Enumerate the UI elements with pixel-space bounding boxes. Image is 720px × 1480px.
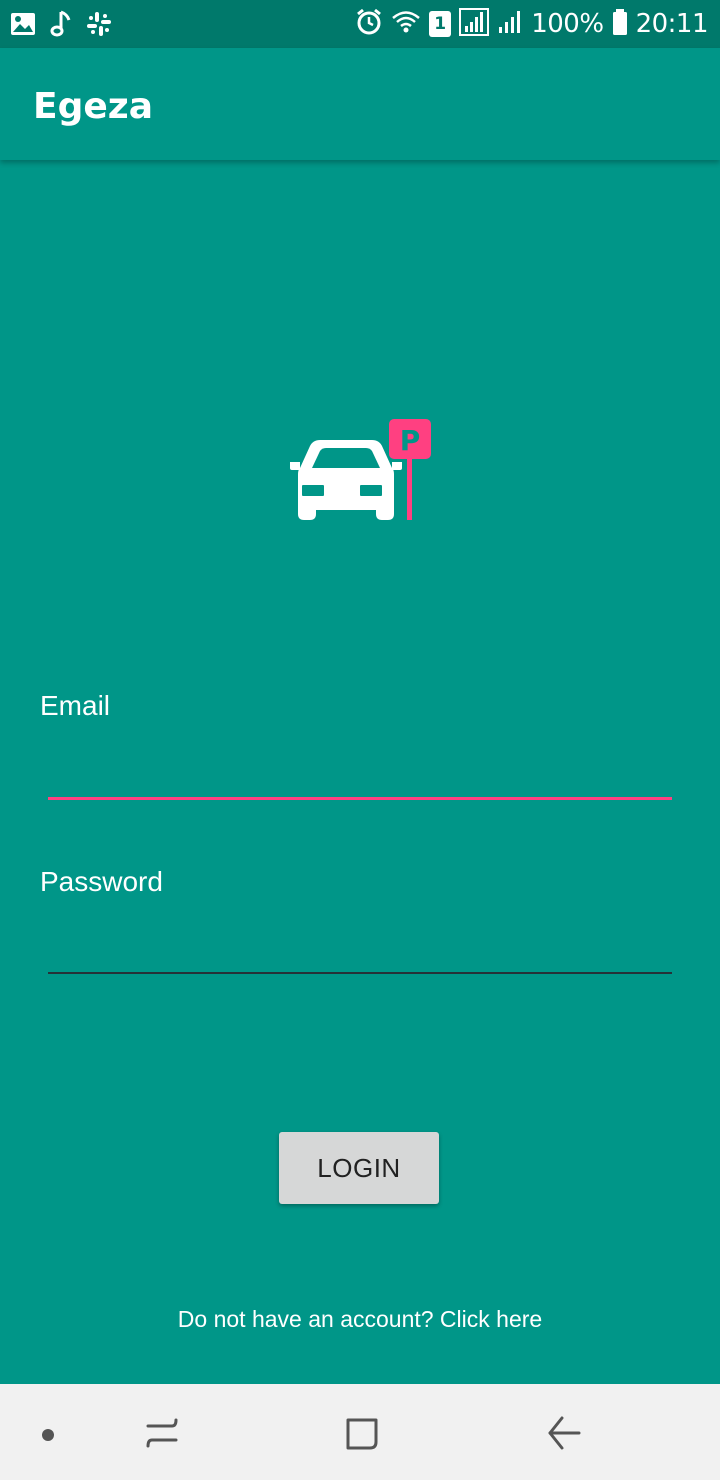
image-icon bbox=[10, 11, 36, 42]
system-icons: 1 100% 20:11 bbox=[355, 0, 709, 48]
password-label: Password bbox=[40, 866, 163, 897]
home-icon[interactable] bbox=[344, 1416, 380, 1457]
recent-apps-icon[interactable] bbox=[144, 1416, 180, 1455]
email-input[interactable] bbox=[48, 748, 672, 800]
car-parking-icon: P bbox=[288, 418, 432, 522]
signal-icon bbox=[459, 7, 490, 41]
notification-icons bbox=[10, 10, 112, 43]
clock: 20:11 bbox=[635, 9, 709, 39]
navigation-bar bbox=[0, 1384, 720, 1480]
status-bar: 1 100% 20:11 bbox=[0, 0, 720, 48]
music-note-icon bbox=[50, 10, 72, 43]
back-icon[interactable] bbox=[546, 1414, 582, 1457]
battery-icon bbox=[612, 8, 628, 41]
dot-icon[interactable] bbox=[42, 1428, 54, 1446]
signal-icon bbox=[497, 9, 523, 40]
wifi-icon bbox=[391, 9, 421, 40]
alarm-icon bbox=[355, 8, 383, 41]
battery-percentage: 100% bbox=[531, 9, 604, 39]
sim-number: 1 bbox=[434, 14, 447, 34]
app-title: Egeza bbox=[33, 86, 154, 127]
parking-sign-letter: P bbox=[400, 424, 421, 457]
slack-icon bbox=[86, 11, 112, 42]
password-input[interactable] bbox=[48, 922, 672, 974]
signup-link[interactable]: Do not have an account? Click here bbox=[0, 1306, 720, 1333]
app-bar: Egeza bbox=[0, 48, 720, 160]
login-button[interactable]: LOGIN bbox=[279, 1132, 439, 1204]
sim-1-icon: 1 bbox=[429, 11, 452, 37]
email-label: Email bbox=[40, 690, 111, 721]
